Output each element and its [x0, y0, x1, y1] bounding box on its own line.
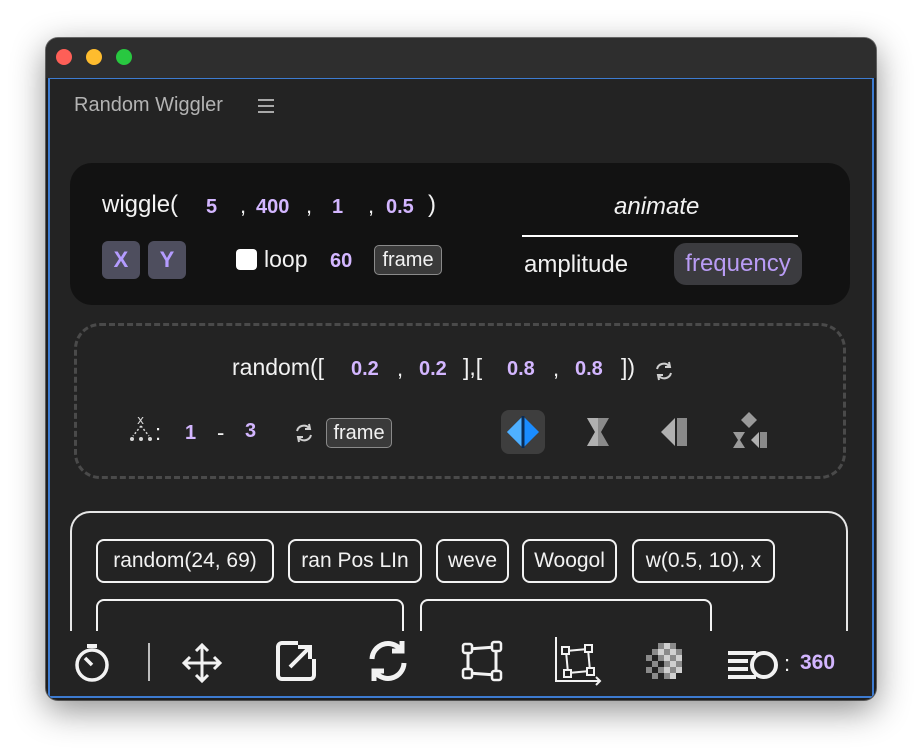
animate-divider [522, 235, 798, 237]
wiggle-octaves-value[interactable]: 1 [332, 196, 343, 219]
preset-chip[interactable]: random(24, 69) [96, 539, 274, 583]
preset-chip[interactable]: ran Pos LIn [288, 539, 422, 583]
wiggle-section: wiggle( 5 , 400 , 1 , 0.5 ) X Y loop 60 … [70, 163, 850, 305]
wiggle-prefix: wiggle( [102, 191, 179, 218]
amplitude-tab[interactable]: amplitude [524, 251, 628, 279]
x-axis-toggle[interactable]: X [102, 241, 140, 279]
svg-text:x: x [137, 414, 144, 427]
speed-value[interactable]: 360 [800, 651, 835, 675]
random-suffix: ]) [621, 354, 636, 380]
speed-icon[interactable] [726, 645, 780, 683]
presets-list: random(24, 69) ran Pos LIn weve Woogol w… [70, 511, 848, 631]
random-min-y[interactable]: 0.2 [419, 358, 447, 381]
loop-label: loop [264, 246, 308, 272]
wiggle-amp-mult-value[interactable]: 0.5 [386, 196, 414, 219]
speed-colon: : [784, 651, 791, 676]
random-section: random([ 0.2 , 0.2 ],[ 0.8 , 0.8 ]) x: … [74, 323, 846, 479]
mode-mixed-button[interactable] [729, 410, 773, 454]
move-arrows-icon[interactable] [180, 641, 224, 685]
random-prefix: random([ [232, 354, 325, 380]
refresh-icon[interactable] [364, 637, 412, 685]
export-icon[interactable] [272, 637, 320, 685]
diamond-icon [507, 416, 539, 448]
refresh-range-icon[interactable] [293, 422, 315, 444]
preset-chip[interactable]: w(0.5, 10), x [632, 539, 775, 583]
preset-chip-partial[interactable] [420, 599, 712, 631]
toolbar-separator [148, 643, 150, 681]
range-dash: - [217, 420, 225, 445]
wiggle-amplitude-value[interactable]: 400 [256, 196, 289, 219]
range-frame-unit-button[interactable]: frame [326, 418, 392, 448]
comma: , [368, 193, 375, 218]
hamburger-menu-icon[interactable] [258, 99, 274, 113]
loop-checkbox[interactable] [236, 249, 257, 270]
panel-title: Random Wiggler [74, 94, 223, 116]
count-colon: : [155, 420, 162, 445]
wiggle-frequency-value[interactable]: 5 [206, 196, 217, 219]
wiggler-panel: Random Wiggler wiggle( 5 , 400 , 1 , 0.5… [48, 78, 874, 698]
transform-box-icon[interactable] [460, 639, 504, 683]
comma: , [306, 193, 313, 218]
random-min-x[interactable]: 0.2 [351, 358, 379, 381]
refresh-random-icon[interactable] [653, 360, 675, 382]
mode-diamond-button[interactable] [501, 410, 545, 454]
zoom-button[interactable] [116, 49, 132, 65]
random-count-icon: x [130, 414, 152, 441]
close-button[interactable] [56, 49, 72, 65]
comma: , [240, 193, 247, 218]
range-from-value[interactable]: 1 [185, 422, 196, 445]
comma: , [397, 356, 404, 381]
mode-hourglass-button[interactable] [577, 410, 621, 454]
random-mid: ],[ [463, 354, 483, 380]
half-diamond-icon [661, 418, 687, 446]
range-to-value[interactable]: 3 [245, 420, 256, 443]
animate-title: animate [614, 193, 700, 220]
comma: , [553, 356, 560, 381]
checker-noise-icon[interactable] [642, 643, 682, 683]
loop-frame-unit-button[interactable]: frame [374, 245, 442, 275]
title-bar [46, 38, 876, 78]
mixed-shapes-icon [733, 412, 767, 448]
random-max-x[interactable]: 0.8 [507, 358, 535, 381]
minimize-button[interactable] [86, 49, 102, 65]
graph-transform-icon[interactable] [552, 635, 602, 687]
preset-chip-partial[interactable] [96, 599, 404, 631]
hourglass-icon [587, 418, 609, 446]
frequency-tab[interactable]: frequency [674, 243, 802, 285]
stopwatch-icon[interactable] [72, 641, 112, 685]
random-max-y[interactable]: 0.8 [575, 358, 603, 381]
app-window: Random Wiggler wiggle( 5 , 400 , 1 , 0.5… [46, 38, 876, 700]
mode-half-diamond-button[interactable] [653, 410, 697, 454]
loop-value[interactable]: 60 [330, 250, 352, 273]
preset-chip[interactable]: Woogol [522, 539, 617, 583]
wiggle-suffix: ) [428, 191, 436, 218]
y-axis-toggle[interactable]: Y [148, 241, 186, 279]
preset-chip[interactable]: weve [436, 539, 509, 583]
